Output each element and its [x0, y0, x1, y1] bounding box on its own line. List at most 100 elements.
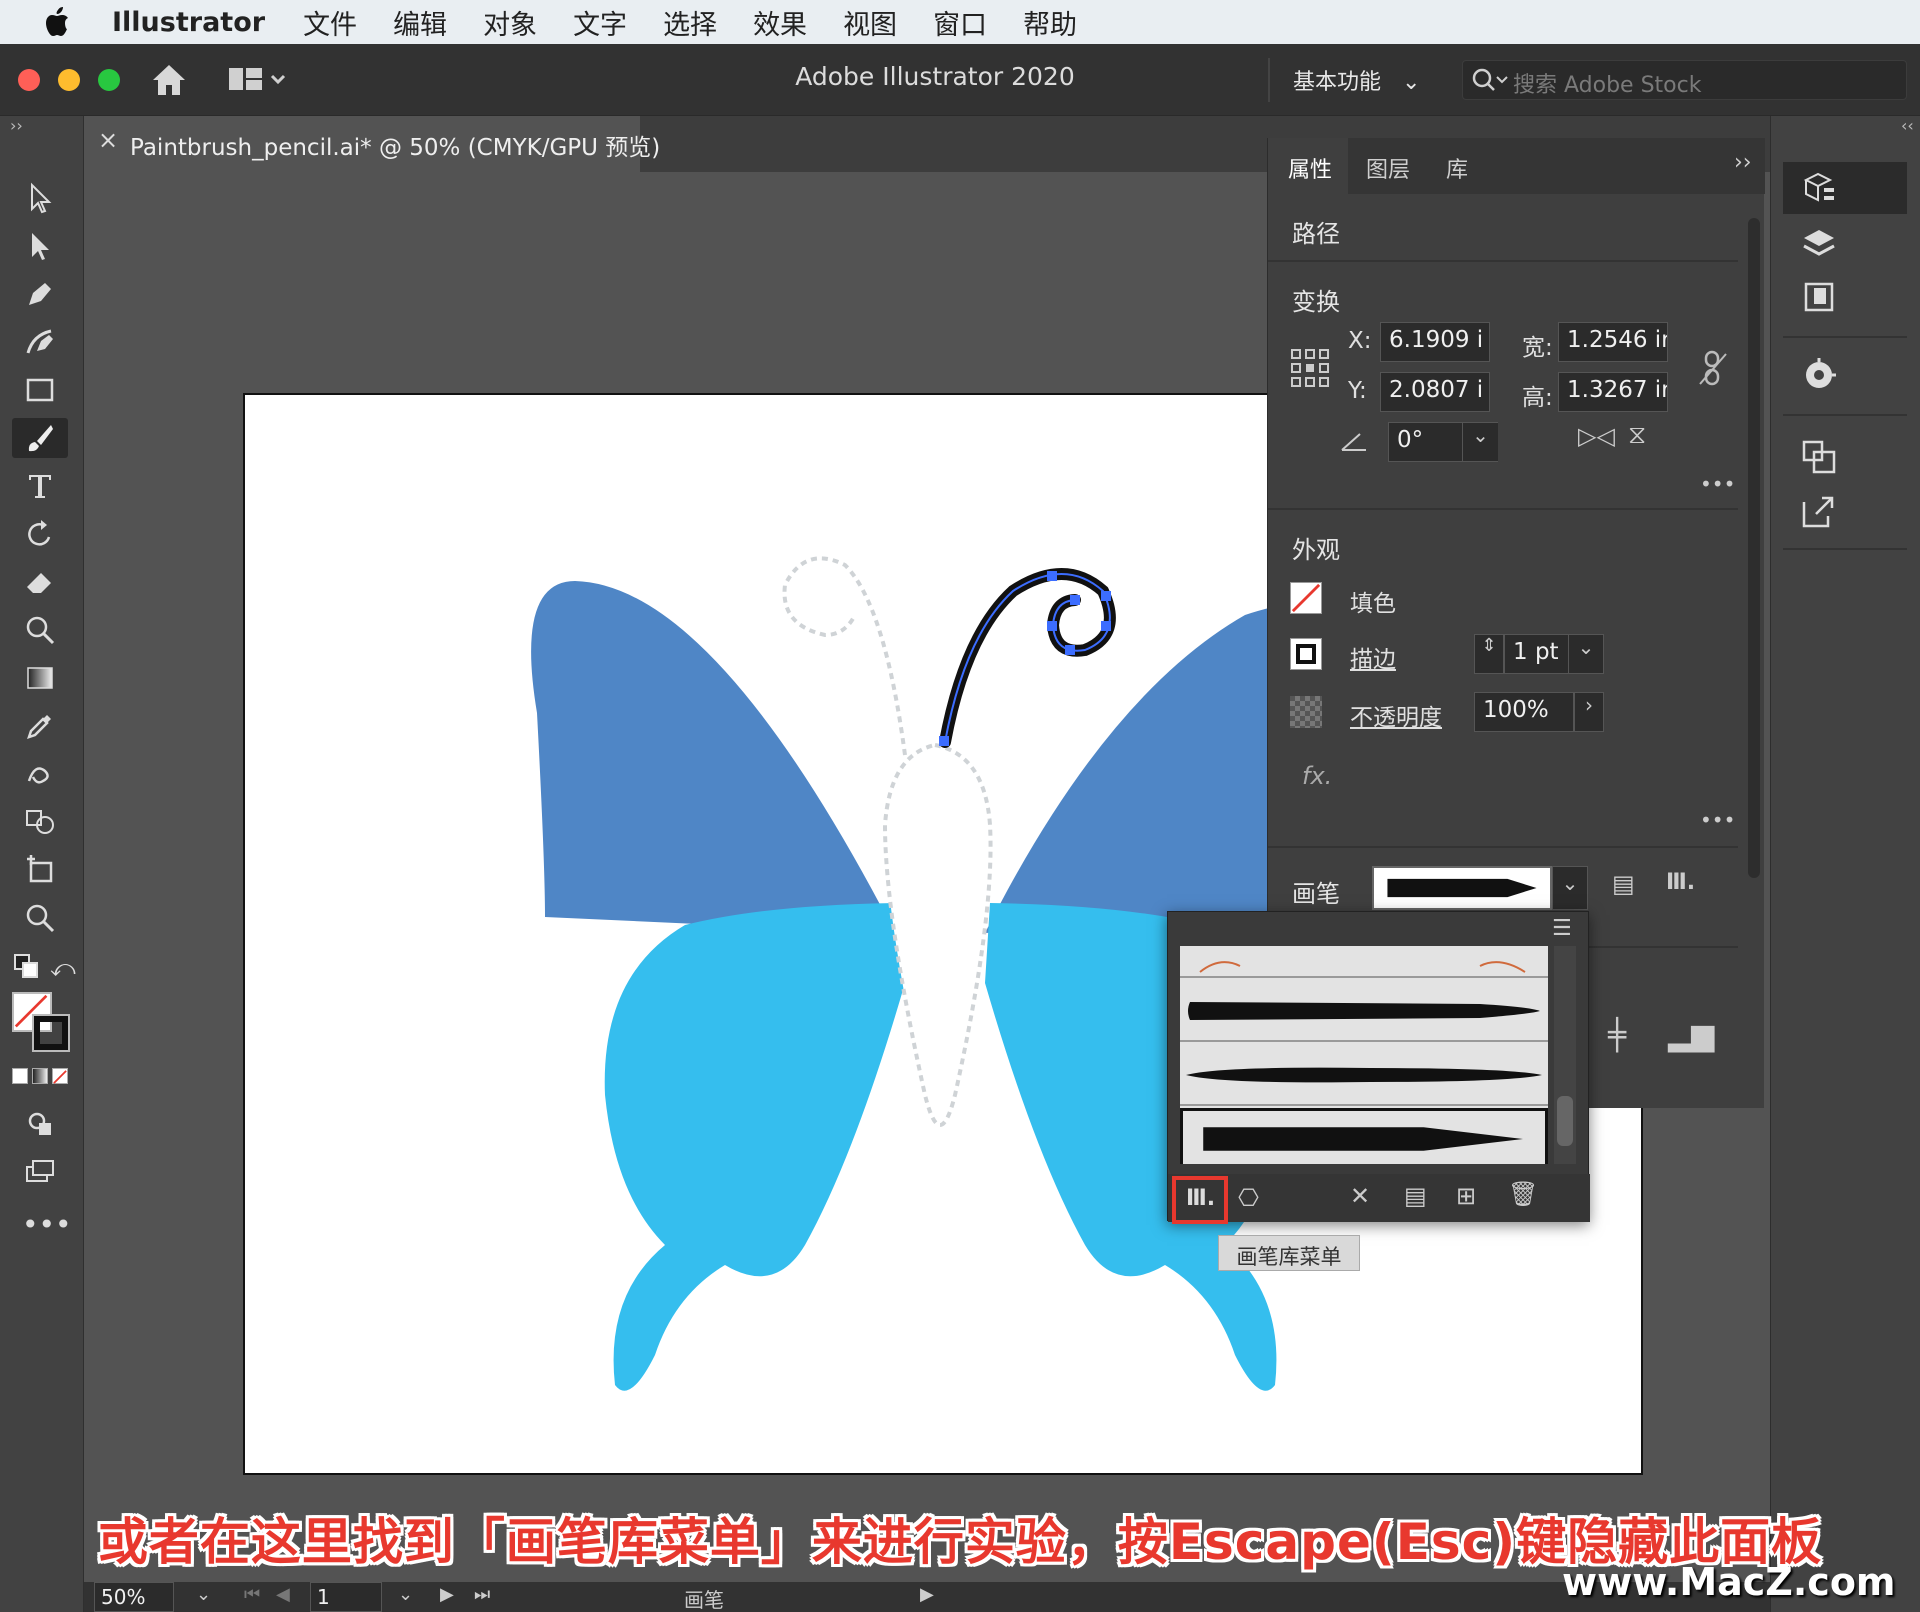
brush-item-tapered-1[interactable]: [1180, 980, 1548, 1042]
menu-type[interactable]: 文字: [573, 3, 627, 42]
menu-view[interactable]: 视图: [843, 3, 897, 42]
flip-vertical-icon[interactable]: ⧖: [1628, 420, 1646, 451]
align-bottom-icon[interactable]: ▂▆: [1668, 1018, 1714, 1053]
menu-object[interactable]: 对象: [483, 3, 537, 42]
menu-select[interactable]: 选择: [663, 3, 717, 42]
home-icon[interactable]: [150, 62, 188, 98]
symbol-sprayer-tool[interactable]: [12, 754, 68, 794]
delete-brush-icon[interactable]: 🗑: [1508, 1180, 1538, 1208]
menu-effect[interactable]: 效果: [753, 3, 807, 42]
type-tool[interactable]: [12, 466, 68, 506]
artboard-tool[interactable]: [12, 850, 68, 890]
brush-item-tapered-2[interactable]: [1180, 1044, 1548, 1106]
app-menu[interactable]: Illustrator: [112, 7, 265, 38]
rotate-tool[interactable]: [12, 514, 68, 554]
rectangle-tool[interactable]: [12, 370, 68, 410]
brush-item-decorative[interactable]: [1180, 946, 1548, 978]
stroke-label[interactable]: 描边: [1350, 640, 1396, 674]
reference-point-icon[interactable]: [1290, 348, 1330, 388]
last-artboard-icon[interactable]: ⏭: [474, 1584, 490, 1605]
brush-options-icon[interactable]: ▤: [1612, 870, 1635, 898]
width-field[interactable]: 1.2546 ir: [1558, 322, 1668, 362]
layers-dock-button[interactable]: [1791, 220, 1847, 266]
close-tab-icon[interactable]: ×: [98, 126, 118, 154]
stroke-swatch[interactable]: [32, 1014, 70, 1052]
properties-dock-button[interactable]: [1791, 166, 1847, 212]
close-window-button[interactable]: [18, 69, 40, 91]
zoom-window-button[interactable]: [98, 69, 120, 91]
brush-item-selected[interactable]: [1180, 1108, 1548, 1164]
stroke-color-swatch[interactable]: [1290, 638, 1322, 670]
brush-dropdown-icon[interactable]: ⌄: [1552, 866, 1588, 910]
export-dock-button[interactable]: [1791, 488, 1847, 534]
libraries-dock-button[interactable]: [1791, 274, 1847, 320]
default-colors-icon[interactable]: [14, 954, 40, 980]
menu-help[interactable]: 帮助: [1023, 3, 1077, 42]
tab-layers[interactable]: 图层: [1366, 152, 1410, 184]
x-field[interactable]: 6.1909 i: [1380, 322, 1490, 362]
panel-collapse-icon[interactable]: ››: [1734, 150, 1752, 175]
paintbrush-tool[interactable]: [12, 418, 68, 458]
constrain-proportions-icon[interactable]: [1696, 348, 1730, 388]
stroke-stepper[interactable]: ⇕: [1474, 634, 1504, 674]
zoom-dropdown-icon[interactable]: ⌄: [196, 1584, 211, 1605]
brush-library-icon[interactable]: Ⅲ.: [1666, 870, 1695, 895]
opacity-expand-icon[interactable]: ›: [1574, 692, 1604, 732]
brush-list[interactable]: [1180, 946, 1548, 1164]
opacity-field[interactable]: 100%: [1474, 692, 1574, 732]
stock-search-field[interactable]: 搜索 Adobe Stock: [1462, 60, 1907, 100]
apple-icon[interactable]: [38, 2, 78, 42]
butterfly-body[interactable]: [882, 742, 993, 1127]
stroke-dropdown-icon[interactable]: ⌄: [1568, 634, 1604, 674]
flip-horizontal-icon[interactable]: ▷◁: [1578, 422, 1615, 450]
swap-colors-icon[interactable]: ⤺: [50, 954, 76, 982]
edit-toolbar-icon[interactable]: •••: [22, 1208, 72, 1241]
eyedropper-tool[interactable]: [12, 706, 68, 746]
zoom-tool[interactable]: [12, 898, 68, 938]
menu-window[interactable]: 窗口: [933, 3, 987, 42]
menu-file[interactable]: 文件: [303, 3, 357, 42]
arrange-documents-icon[interactable]: [228, 66, 288, 96]
curvature-tool[interactable]: [12, 322, 68, 362]
menu-edit[interactable]: 编辑: [393, 3, 447, 42]
screen-mode-tool[interactable]: [12, 1152, 68, 1192]
y-field[interactable]: 2.0807 i: [1380, 372, 1490, 412]
more-transform-options-icon[interactable]: •••: [1700, 472, 1735, 496]
eraser-tool[interactable]: [12, 562, 68, 602]
fill-color-swatch[interactable]: [1290, 582, 1322, 614]
fill-label[interactable]: 填色: [1350, 584, 1396, 618]
document-tab[interactable]: × Paintbrush_pencil.ai* @ 50% (CMYK/GPU …: [84, 116, 660, 172]
brush-preview-select[interactable]: [1372, 866, 1552, 910]
direct-selection-tool[interactable]: [12, 226, 68, 266]
color-dock-button[interactable]: [1791, 352, 1847, 398]
flyout-scrollbar[interactable]: [1554, 946, 1576, 1164]
remove-brush-stroke-icon[interactable]: ✕: [1350, 1182, 1370, 1210]
warp-tool[interactable]: [12, 610, 68, 650]
libraries-panel-icon[interactable]: ⎔: [1238, 1184, 1259, 1212]
selection-tool[interactable]: [12, 178, 68, 218]
angle-dropdown-icon[interactable]: ⌄: [1462, 423, 1498, 461]
transform-dock-button[interactable]: [1791, 434, 1847, 480]
gradient-tool[interactable]: [12, 658, 68, 698]
draw-mode-tool[interactable]: [12, 1104, 68, 1144]
first-artboard-icon[interactable]: ⏮: [244, 1584, 260, 1605]
status-menu-icon[interactable]: ▶: [920, 1584, 934, 1605]
pen-tool[interactable]: [12, 274, 68, 314]
collapse-toolbar-icon[interactable]: ››: [10, 116, 23, 135]
color-mode-buttons[interactable]: [12, 1068, 68, 1086]
tab-libraries[interactable]: 库: [1446, 152, 1468, 184]
artboard-number-field[interactable]: 1: [310, 1582, 382, 1612]
fx-icon[interactable]: fx.: [1302, 762, 1332, 790]
zoom-level-field[interactable]: 50%: [94, 1582, 174, 1612]
panel-scrollbar[interactable]: [1748, 218, 1760, 878]
shape-builder-tool[interactable]: [12, 802, 68, 842]
brush-library-menu-button[interactable]: Ⅲ.: [1172, 1176, 1228, 1224]
top-left-wing[interactable]: [531, 581, 895, 933]
height-field[interactable]: 1.3267 ir: [1558, 372, 1668, 412]
tab-properties[interactable]: 属性: [1288, 152, 1332, 184]
flyout-menu-icon[interactable]: ☰: [1552, 916, 1572, 941]
brush-options-icon[interactable]: ▤: [1404, 1182, 1427, 1210]
opacity-label[interactable]: 不透明度: [1350, 698, 1442, 732]
workspace-switcher[interactable]: 基本功能 ⌄: [1293, 64, 1420, 96]
minimize-window-button[interactable]: [58, 69, 80, 91]
